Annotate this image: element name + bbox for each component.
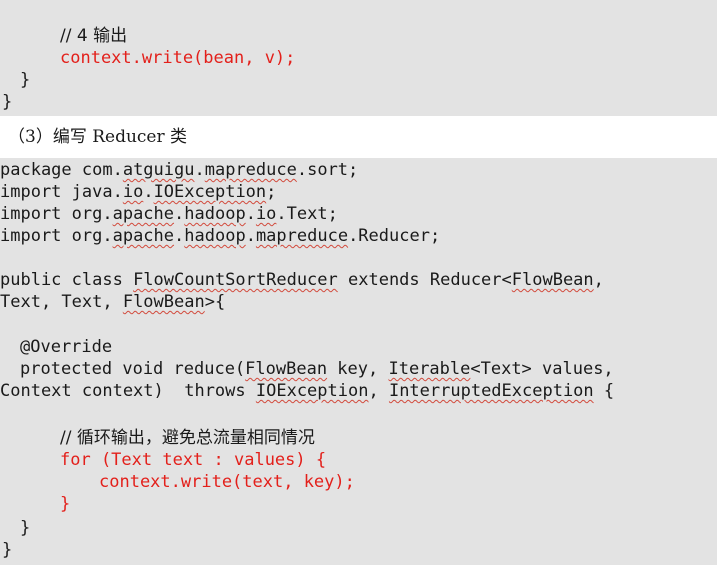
code-token: { [593,381,615,401]
comment-text: // 4 输出 [60,26,128,46]
code-token: atguigu [122,160,195,180]
code-token: io [122,182,144,202]
code-brace: } [20,70,31,90]
code-token: FlowBean [122,292,205,312]
code-line-reduce-signature-cont: Context context) throws IOException, Int… [0,380,614,402]
code-token: apache [112,204,175,224]
code-token: .Text; [276,204,338,224]
code-token: . [174,204,185,224]
code-brace: } [20,518,31,538]
code-token: protected void reduce( [20,359,246,379]
code-block-reducer: package com.atguigu.mapreduce.sort; impo… [0,158,717,565]
code-token: , [368,381,389,401]
code-token: io [255,204,277,224]
code-token: key, [327,359,389,379]
section-heading: （3）编写 Reducer 类 [8,122,187,147]
code-line-for: for (Text text : values) { [60,450,327,470]
code-token: extends Reducer< [337,270,512,290]
code-line-reduce-signature: protected void reduce(FlowBean key, Iter… [20,358,614,380]
code-line-import: import org.apache.hadoop.io.Text; [0,203,338,225]
code-token: ; [266,182,277,202]
code-token: IOException [255,381,369,401]
code-token: FlowCountSortReducer [133,270,338,290]
code-brace: } [2,540,13,560]
code-token: <Text> values, [470,359,614,379]
code-token: .sort; [296,160,359,180]
code-token: FlowBean [245,359,328,379]
code-brace: } [60,494,71,514]
heading-text: （3）编写 Reducer 类 [8,127,188,147]
code-token: hadoop [184,226,246,246]
code-line-package: package com.atguigu.mapreduce.sort; [0,159,358,181]
code-line-write-text: context.write(text, key); [99,472,355,492]
code-token: Iterable [388,359,471,379]
code-token: . [245,204,256,224]
code-brace: } [2,92,13,112]
code-token: . [143,182,154,202]
code-token: mapreduce [255,226,349,246]
comment-text: // 循环输出，避免总流量相同情况 [60,428,315,448]
code-token: >{ [204,292,226,312]
code-token: import java. [0,182,123,202]
code-token: . [174,226,185,246]
code-token: FlowBean [511,270,594,290]
code-token: . [245,226,256,246]
code-line-import: import org.apache.hadoop.mapreduce.Reduc… [0,225,440,247]
code-token: , [593,270,604,290]
code-token: InterruptedException [388,381,594,401]
code-token: import org. [0,226,113,246]
code-line-class-decl-cont: Text, Text, FlowBean>{ [0,291,225,313]
code-token: import org. [0,204,113,224]
code-token: apache [112,226,175,246]
code-block-top: // 4 输出 context.write(bean, v); } } [0,0,717,116]
code-token: public class [0,270,134,290]
code-line-write-bean: context.write(bean, v); [60,48,296,68]
code-line-override: @Override [20,337,113,357]
code-line-import: import java.io.IOException; [0,181,276,203]
code-token: IOException [153,182,267,202]
code-token: hadoop [184,204,246,224]
code-token: package com. [0,160,123,180]
code-token: mapreduce [204,160,297,180]
code-token: Text, Text, [0,292,123,312]
code-token: .Reducer; [348,226,441,246]
code-comment-output: // 4 输出 [60,25,127,47]
code-token: . [194,160,205,180]
code-comment-loop: // 循环输出，避免总流量相同情况 [60,427,315,449]
code-line-class-decl: public class FlowCountSortReducer extend… [0,269,604,291]
code-token: Context context) throws [0,381,256,401]
